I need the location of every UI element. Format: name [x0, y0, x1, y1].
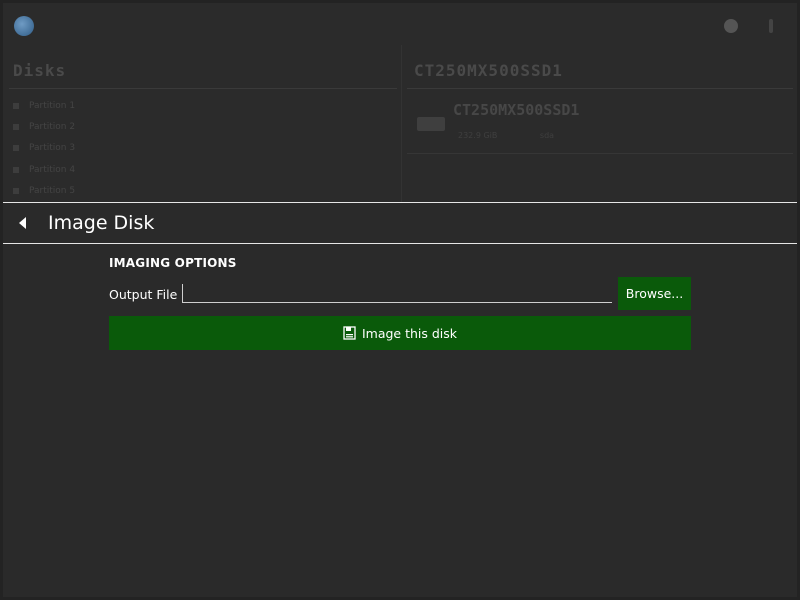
list-item: Partition 1	[13, 95, 75, 116]
output-file-input[interactable]	[182, 284, 612, 303]
partition-icon	[13, 102, 19, 109]
list-item: Partition 4	[13, 159, 75, 180]
settings-icon	[724, 19, 738, 33]
imaging-options-heading: IMAGING OPTIONS	[109, 256, 237, 270]
drive-icon	[417, 117, 445, 131]
disk-image-icon	[343, 326, 356, 340]
list-item: Partition 2	[13, 116, 75, 137]
browse-button[interactable]: Browse...	[618, 277, 691, 310]
image-disk-button[interactable]: Image this disk	[109, 316, 691, 350]
app-window: Disks Partition 1 Partition 2 Partition …	[3, 3, 797, 597]
disk-meta: 232.9 GiB sda	[458, 131, 594, 140]
partition-icon	[13, 187, 19, 194]
image-disk-button-label: Image this disk	[361, 325, 458, 341]
partition-icon	[13, 123, 19, 130]
partition-icon	[13, 166, 19, 173]
chevron-left-icon	[18, 217, 26, 229]
list-item: Partition 5	[13, 180, 75, 201]
disks-section-title: Disks	[13, 61, 67, 80]
list-item: Partition 3	[13, 138, 75, 159]
disk-size: 232.9 GiB	[458, 131, 498, 140]
back-button[interactable]	[3, 203, 39, 243]
divider	[9, 88, 397, 89]
divider	[407, 153, 793, 154]
divider	[401, 45, 402, 202]
app-logo-icon	[14, 16, 34, 36]
background-app: Disks Partition 1 Partition 2 Partition …	[3, 3, 797, 202]
panel-header: Image Disk	[3, 202, 797, 244]
partition-list: Partition 1 Partition 2 Partition 3 Part…	[13, 95, 75, 201]
menu-icon	[769, 19, 773, 33]
disk-section-title: CT250MX500SSD1	[414, 61, 563, 80]
page-title: Image Disk	[48, 212, 155, 234]
disk-name: CT250MX500SSD1	[453, 101, 580, 119]
partition-icon	[13, 145, 19, 152]
divider	[407, 88, 793, 89]
disk-device: sda	[539, 131, 555, 140]
output-file-label: Output File	[109, 287, 178, 302]
